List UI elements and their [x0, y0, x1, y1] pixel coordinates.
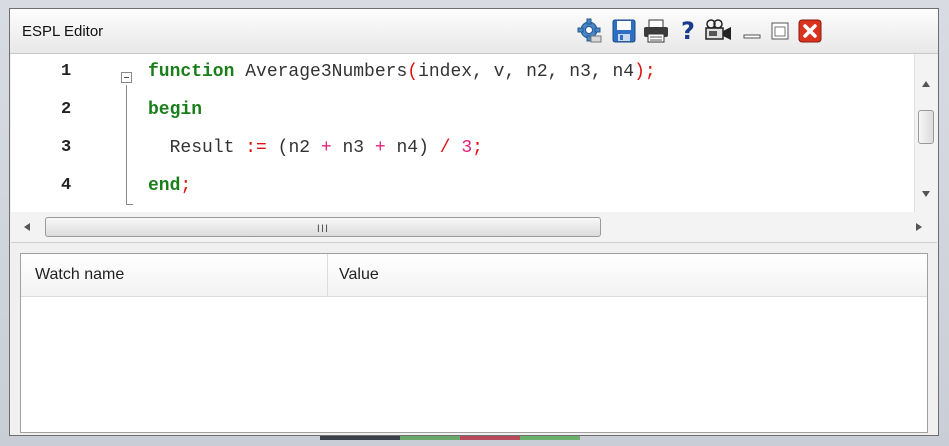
code-line-2: begin — [148, 100, 202, 120]
line-number: 3 — [61, 138, 72, 157]
keyword-end: end — [148, 176, 181, 196]
fold-guide-line — [126, 85, 127, 205]
code-line-1: function Average3Numbers(index, v, n2, n… — [148, 62, 656, 82]
code-line-3: Result := (n2 + n3 + n4) / 3; — [148, 138, 483, 158]
settings-gear-icon[interactable] — [576, 17, 604, 45]
plus-operator: + — [374, 138, 386, 158]
open-paren: ( — [407, 62, 419, 82]
close-paren: ); — [634, 62, 656, 82]
scroll-up-arrow-icon[interactable] — [921, 80, 931, 88]
function-params: index, v, n2, n3, n4 — [418, 62, 635, 82]
window-title: ESPL Editor — [22, 23, 104, 40]
function-name: Average3Numbers — [234, 62, 408, 82]
result-identifier: Result — [169, 138, 246, 158]
watch-list[interactable]: Watch name Value — [20, 253, 928, 433]
code-editor[interactable]: 1 2 3 4 function Average3Numbers(index, … — [11, 54, 937, 213]
help-glyph: ? — [681, 17, 695, 45]
taskbar-peek — [520, 436, 580, 440]
horizontal-scroll-thumb[interactable]: III — [45, 217, 601, 237]
save-icon[interactable] — [610, 17, 638, 45]
scroll-grip: III — [316, 223, 330, 235]
watch-list-header: Watch name Value — [21, 254, 927, 297]
close-icon[interactable] — [796, 17, 824, 45]
plus-operator: + — [320, 138, 332, 158]
scroll-down-arrow-icon[interactable] — [921, 190, 931, 198]
minimize-icon[interactable] — [738, 17, 766, 45]
camera-icon[interactable] — [704, 17, 732, 45]
divide-operator: / — [439, 138, 451, 158]
semicolon: ; — [472, 138, 483, 158]
line-number: 1 — [61, 62, 72, 81]
identifier-n3: n3 — [331, 138, 375, 158]
fold-collapse-icon[interactable] — [121, 72, 132, 83]
line-number-gutter: 1 2 3 4 — [11, 54, 113, 212]
code-line-4: end; — [148, 176, 191, 196]
close-paren: ) — [418, 138, 440, 158]
column-header-watch-name[interactable]: Watch name — [35, 266, 124, 284]
help-icon[interactable]: ? — [674, 17, 702, 45]
taskbar-peek — [400, 436, 460, 440]
assign-operator: := — [245, 138, 267, 158]
taskbar-peek — [460, 436, 520, 440]
taskbar-peek — [320, 436, 400, 440]
print-icon[interactable] — [642, 17, 670, 45]
fold-guide-end — [126, 204, 133, 205]
open-paren: ( — [266, 138, 289, 158]
semicolon: ; — [180, 176, 192, 196]
title-bar[interactable]: ESPL Editor ? — [10, 9, 938, 54]
vertical-scroll-thumb[interactable] — [918, 110, 934, 144]
line-number: 4 — [61, 176, 72, 195]
keyword-begin: begin — [148, 100, 203, 120]
column-divider[interactable] — [327, 254, 328, 296]
line-number: 2 — [61, 100, 72, 119]
scroll-left-arrow-icon[interactable] — [23, 222, 31, 232]
maximize-icon[interactable] — [766, 17, 794, 45]
keyword-function: function — [148, 62, 235, 82]
espl-editor-window: ESPL Editor ? 1 2 3 4 function Average3N… — [9, 8, 939, 436]
vertical-scrollbar[interactable] — [914, 54, 937, 212]
identifier-n4: n4 — [385, 138, 419, 158]
column-header-value[interactable]: Value — [339, 266, 379, 284]
scroll-right-arrow-icon[interactable] — [915, 222, 923, 232]
number-literal: 3 — [461, 138, 473, 158]
horizontal-scrollbar[interactable]: III — [11, 212, 937, 243]
identifier-n2: n2 — [288, 138, 321, 158]
